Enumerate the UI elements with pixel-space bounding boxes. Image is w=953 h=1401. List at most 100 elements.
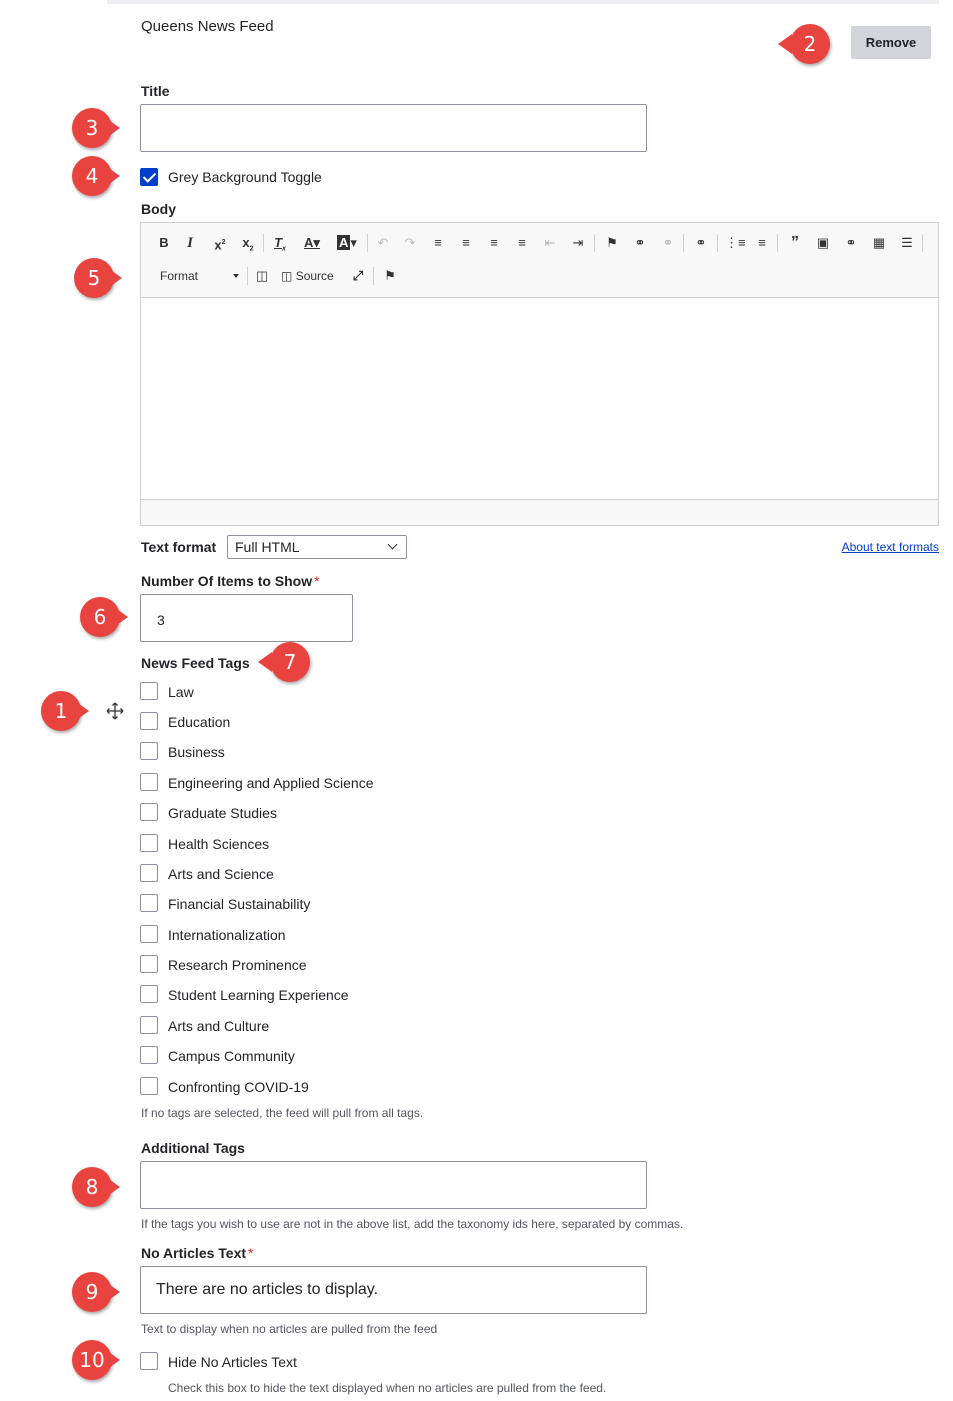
tag-checkbox-internationalization[interactable] (140, 925, 158, 943)
title-input[interactable] (140, 104, 647, 152)
tag-checkbox-financial[interactable] (140, 894, 158, 912)
toolbar-separator (777, 234, 778, 252)
anchor-icon[interactable]: ⚑ (603, 234, 621, 252)
unlink-icon[interactable]: ⚭ (659, 234, 677, 252)
tag-label: Graduate Studies (168, 805, 277, 821)
align-center-icon[interactable]: ≡ (457, 234, 475, 252)
toolbar-separator (367, 234, 368, 252)
tag-label: Research Prominence (168, 957, 307, 973)
toolbar-separator (263, 234, 264, 252)
tag-label: Financial Sustainability (168, 896, 311, 912)
editor-toolbar: B I x2 x2 Tx A▾ A ▾ ↶ ↷ ≡ ≡ ≡ ≡ ⇤ ⇥ ⚑ ⚭ ⚭… (141, 223, 938, 298)
callout-marker: 9 (72, 1272, 120, 1312)
source-button[interactable]: ◫ Source (281, 267, 341, 285)
chevron-down-icon (387, 539, 398, 550)
num-items-input[interactable]: 3 (140, 594, 353, 642)
undo-icon[interactable]: ↶ (374, 234, 392, 252)
tag-checkbox-law[interactable] (140, 682, 158, 700)
bulleted-list-icon[interactable]: ⋮≡ (725, 234, 746, 252)
body-editor[interactable]: B I x2 x2 Tx A▾ A ▾ ↶ ↷ ≡ ≡ ≡ ≡ ⇤ ⇥ ⚑ ⚭ ⚭… (140, 222, 939, 526)
hide-no-articles-checkbox[interactable] (140, 1352, 158, 1370)
justify-icon[interactable]: ≡ (513, 234, 531, 252)
align-right-icon[interactable]: ≡ (485, 234, 503, 252)
num-items-label: Number Of Items to Show * (141, 573, 320, 589)
table-icon[interactable]: ▦ (870, 234, 888, 252)
text-format-select[interactable]: Full HTML (227, 535, 407, 559)
title-label: Title (141, 83, 170, 99)
horizontal-rule-icon[interactable]: ☰ (898, 234, 916, 252)
callout-marker: 1 (41, 691, 89, 731)
grey-background-checkbox[interactable] (140, 168, 158, 186)
callout-marker: 5 (74, 258, 122, 298)
toolbar-separator (922, 234, 923, 252)
additional-tags-input[interactable] (140, 1161, 647, 1209)
toolbar-separator (594, 234, 595, 252)
section-title: Queens News Feed (141, 18, 274, 35)
editor-content-area[interactable] (141, 299, 938, 499)
tag-checkbox-education[interactable] (140, 712, 158, 730)
link-icon-3[interactable]: ⚭ (842, 234, 860, 252)
maximize-icon[interactable]: ⤢ (349, 267, 367, 285)
bold-icon[interactable]: B (156, 234, 172, 252)
tag-checkbox-campus-community[interactable] (140, 1046, 158, 1064)
tag-checkbox-graduate-studies[interactable] (140, 803, 158, 821)
toolbar-separator (683, 234, 684, 252)
align-left-icon[interactable]: ≡ (429, 234, 447, 252)
indent-icon[interactable]: ⇥ (569, 234, 587, 252)
about-text-formats-link[interactable]: About text formats (842, 540, 939, 554)
tag-checkbox-arts-science[interactable] (140, 864, 158, 882)
tag-checkbox-covid[interactable] (140, 1077, 158, 1095)
drag-handle-icon[interactable] (106, 702, 124, 720)
callout-marker: 3 (72, 108, 120, 148)
subscript-icon[interactable]: x2 (239, 234, 257, 259)
tag-label: Arts and Science (168, 866, 274, 882)
callout-marker: 6 (80, 597, 128, 637)
source-label: Source (295, 269, 334, 283)
tag-label: Business (168, 744, 225, 760)
tag-label: Engineering and Applied Science (168, 775, 374, 791)
text-color-icon[interactable]: A▾ (299, 234, 325, 252)
editor-status-bar (141, 499, 938, 525)
tag-label: Education (168, 714, 231, 730)
tag-label: Internationalization (168, 927, 286, 943)
tag-label: Student Learning Experience (168, 987, 349, 1003)
tag-checkbox-engineering[interactable] (140, 773, 158, 791)
toolbar-separator (717, 234, 718, 252)
tag-label: Law (168, 684, 194, 700)
numbered-list-icon[interactable]: ≡ (753, 234, 771, 252)
tag-checkbox-business[interactable] (140, 742, 158, 760)
toolbar-separator (247, 267, 248, 285)
tag-checkbox-health-sciences[interactable] (140, 834, 158, 852)
superscript-icon[interactable]: x2 (211, 234, 229, 254)
link-icon-2[interactable]: ⚭ (692, 234, 710, 252)
tag-checkbox-research[interactable] (140, 955, 158, 973)
show-blocks-icon[interactable]: ◫ (253, 267, 271, 285)
news-tags-help: If no tags are selected, the feed will p… (141, 1106, 424, 1120)
no-articles-label: No Articles Text * (141, 1245, 254, 1261)
hide-no-articles-label: Hide No Articles Text (168, 1354, 297, 1370)
tag-checkbox-student-learning[interactable] (140, 985, 158, 1003)
tag-checkbox-arts-culture[interactable] (140, 1016, 158, 1034)
callout-marker: 4 (72, 156, 120, 196)
hide-no-articles-help: Check this box to hide the text displaye… (168, 1381, 607, 1395)
remove-format-icon[interactable]: Tx (271, 234, 289, 259)
source-icon: ◫ (281, 269, 293, 283)
redo-icon[interactable]: ↷ (401, 234, 419, 252)
required-marker: * (248, 1245, 254, 1261)
section-divider (107, 0, 939, 4)
blockquote-icon[interactable]: ” (786, 234, 804, 252)
italic-icon[interactable]: I (183, 234, 197, 252)
anchor-icon-2[interactable]: ⚑ (381, 267, 399, 285)
link-icon[interactable]: ⚭ (631, 234, 649, 252)
remove-button[interactable]: Remove (851, 26, 931, 59)
image-icon[interactable]: ▣ (814, 234, 832, 252)
background-color-icon[interactable]: A ▾ (333, 234, 361, 252)
callout-marker: 10 (72, 1340, 120, 1380)
required-marker: * (314, 573, 320, 589)
outdent-icon[interactable]: ⇤ (541, 234, 559, 252)
format-dropdown[interactable]: Format (155, 267, 241, 287)
no-articles-input[interactable] (140, 1266, 647, 1314)
callout-marker: 7 (258, 642, 312, 682)
body-label: Body (141, 201, 176, 217)
text-format-label: Text format (141, 539, 217, 555)
